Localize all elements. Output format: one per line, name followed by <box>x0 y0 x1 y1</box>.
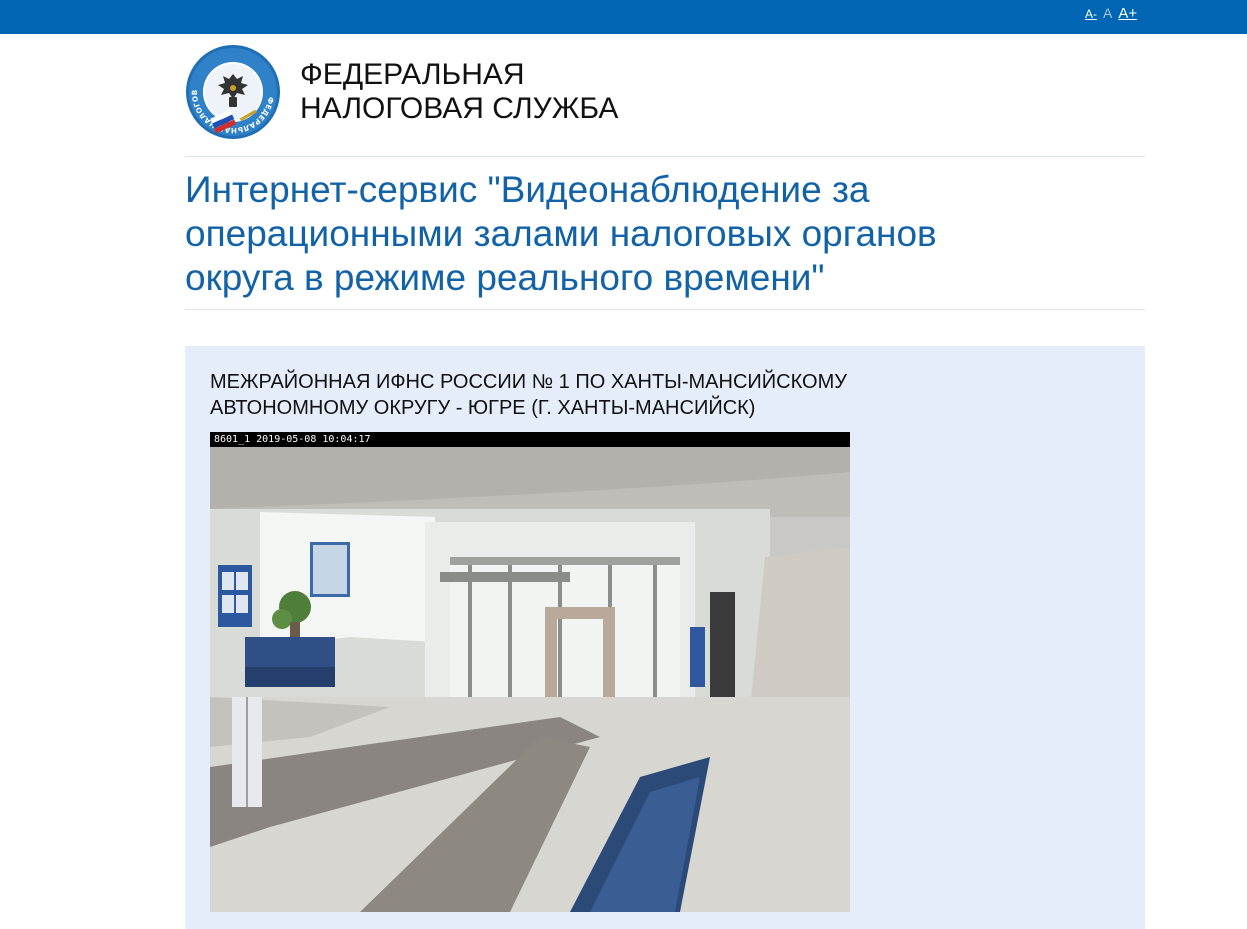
fns-emblem-logo[interactable]: ФЕДЕРАЛЬНАЯ НАЛОГОВАЯ СЛУЖБА <box>185 44 281 140</box>
page-title-line3: округа в режиме реального времени" <box>185 257 825 298</box>
camera-video-feed[interactable]: 8601_1 2019-05-08 10:04:17 <box>210 432 850 912</box>
page-title: Интернет-сервис "Видеонаблюдение за опер… <box>185 168 1145 300</box>
camera-panel: МЕЖРАЙОННАЯ ИФНС РОССИИ № 1 ПО ХАНТЫ-МАН… <box>185 346 1145 929</box>
org-name-line1: ФЕДЕРАЛЬНАЯ <box>300 58 525 91</box>
font-increase-link[interactable]: A+ <box>1118 5 1137 22</box>
font-normal-link[interactable]: A <box>1103 5 1112 21</box>
office-name-line1: МЕЖРАЙОННАЯ ИФНС РОССИИ № 1 ПО ХАНТЫ-МАН… <box>210 371 847 393</box>
office-name: МЕЖРАЙОННАЯ ИФНС РОССИИ № 1 ПО ХАНТЫ-МАН… <box>210 369 1110 421</box>
divider-bottom <box>185 309 1145 310</box>
organization-name: ФЕДЕРАЛЬНАЯ НАЛОГОВАЯ СЛУЖБА <box>300 58 618 126</box>
site-header: ФЕДЕРАЛЬНАЯ НАЛОГОВАЯ СЛУЖБА ФЕДЕРАЛЬНАЯ… <box>185 44 1145 156</box>
page-title-line2: операционными залами налоговых органов <box>185 213 937 254</box>
font-decrease-link[interactable]: A- <box>1085 7 1097 21</box>
office-name-line2: АВТОНОМНОМУ ОКРУГУ - ЮГРЕ (Г. ХАНТЫ-МАНС… <box>210 397 756 419</box>
video-timestamp-overlay: 8601_1 2019-05-08 10:04:17 <box>210 432 850 447</box>
divider-top <box>185 156 1145 157</box>
font-size-controls: A- A A+ <box>1085 5 1137 22</box>
top-bar: A- A A+ <box>0 0 1247 34</box>
org-name-line2: НАЛОГОВАЯ СЛУЖБА <box>300 92 619 125</box>
video-frame-image <box>210 447 850 912</box>
page-title-line1: Интернет-сервис "Видеонаблюдение за <box>185 169 870 210</box>
